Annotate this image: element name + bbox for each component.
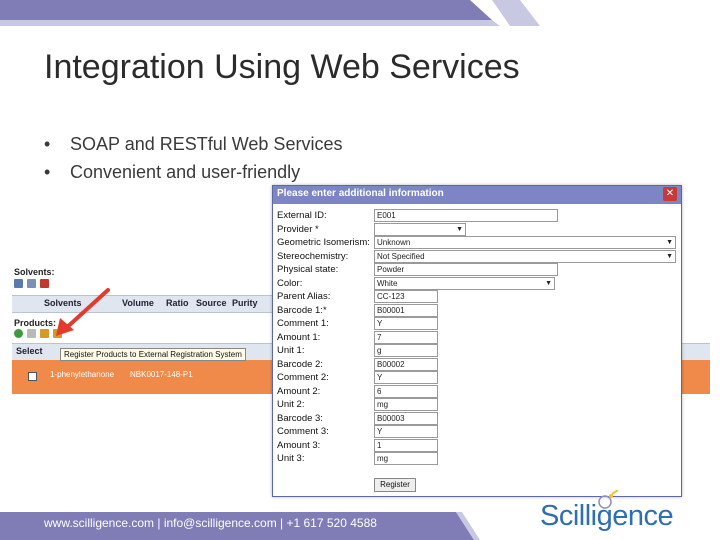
geometric-isomerism-select[interactable]: Unknown ▼ — [374, 236, 676, 249]
register-button[interactable]: Register — [374, 478, 416, 492]
barcode-3-field[interactable]: B00003 — [374, 411, 438, 425]
unit-2-field[interactable]: mg — [374, 398, 438, 411]
field-label: Parent Alias: — [277, 291, 331, 302]
color-select[interactable]: White ▼ — [374, 276, 555, 290]
register-icon[interactable] — [40, 329, 49, 338]
company-logo: Scilligence — [540, 500, 674, 532]
field-label: Geometric Isomerism: — [277, 237, 370, 248]
field-label: Unit 3: — [277, 453, 305, 464]
barcode-1-field[interactable]: B00001 — [374, 303, 438, 317]
column-header: Ratio — [166, 298, 189, 308]
delete-icon[interactable] — [40, 279, 49, 288]
field-label: Amount 1: — [277, 331, 321, 343]
field-label: Comment 2: — [277, 372, 329, 383]
field-label: Comment 3: — [277, 426, 329, 437]
top-decorative-band — [0, 0, 540, 26]
add-icon[interactable] — [14, 329, 23, 338]
field-label: Unit 2: — [277, 399, 305, 410]
field-label: Amount 2: — [277, 385, 321, 397]
footer-contact: www.scilligence.com | info@scilligence.c… — [44, 516, 377, 530]
bullet-text: SOAP and RESTful Web Services — [70, 134, 343, 154]
bullet-text: Convenient and user-friendly — [70, 162, 301, 182]
field-label: Barcode 1:* — [277, 304, 327, 316]
grid-icon[interactable] — [14, 279, 23, 288]
row-cell: NBK0017-148-P1 — [130, 370, 193, 379]
close-icon[interactable]: ✕ — [663, 187, 677, 201]
bullet-item: • Convenient and user-friendly — [44, 162, 301, 182]
solvents-section-label: Solvents: — [14, 267, 55, 277]
column-header: Purity — [232, 298, 258, 308]
select-value: Unknown — [377, 238, 411, 247]
comment-2-field[interactable]: Y — [374, 371, 438, 384]
dialog-title: Please enter additional information — [277, 188, 444, 199]
external-id-field[interactable]: E001 — [374, 209, 558, 222]
chevron-down-icon: ▼ — [545, 279, 552, 287]
stereochemistry-select[interactable]: Not Specified ▼ — [374, 249, 676, 263]
field-label: Provider * — [277, 223, 319, 235]
dialog-header: Please enter additional information ✕ — [273, 186, 681, 204]
comment-1-field[interactable]: Y — [374, 317, 438, 330]
select-value: Not Specified — [377, 251, 425, 261]
field-label: Barcode 2: — [277, 358, 323, 370]
field-label: Comment 1: — [277, 318, 329, 329]
list-icon[interactable] — [27, 279, 36, 288]
field-label: Stereochemistry: — [277, 250, 349, 262]
pointer-arrow-icon — [56, 288, 110, 336]
products-header-right — [680, 343, 710, 361]
amount-3-field[interactable]: 1 — [374, 438, 438, 452]
bullet-list: • SOAP and RESTful Web Services • Convenie… — [44, 130, 342, 186]
field-label: Color: — [277, 277, 303, 289]
column-header: Source — [196, 298, 227, 308]
row-checkbox[interactable] — [28, 372, 37, 381]
field-label: Barcode 3: — [277, 412, 323, 424]
field-label: External ID: — [277, 210, 327, 221]
row-cell: 1-phenylethanone — [50, 370, 115, 379]
table-row[interactable]: 1-phenylethanone NBK0017-148-P1 — [12, 360, 272, 394]
register-tooltip: Register Products to External Registrati… — [60, 348, 246, 361]
additional-info-dialog: Please enter additional information ✕ Ex… — [272, 185, 682, 497]
column-header: Select — [16, 346, 43, 356]
select-value: White — [377, 278, 398, 288]
field-label: Physical state: — [277, 264, 339, 275]
unit-3-field[interactable]: mg — [374, 452, 438, 465]
bullet-item: • SOAP and RESTful Web Services — [44, 134, 343, 154]
unit-1-field[interactable]: g — [374, 344, 438, 357]
field-label: Unit 1: — [277, 345, 305, 356]
physical-state-field[interactable]: Powder — [374, 263, 558, 276]
column-header: Volume — [122, 298, 154, 308]
provider-select[interactable]: ▼ — [374, 222, 466, 236]
chevron-down-icon: ▼ — [666, 252, 673, 260]
amount-2-field[interactable]: 6 — [374, 384, 438, 398]
parent-alias-field[interactable]: CC-123 — [374, 290, 438, 303]
comment-3-field[interactable]: Y — [374, 425, 438, 438]
edit-icon[interactable] — [27, 329, 36, 338]
slide-title: Integration Using Web Services — [44, 48, 520, 86]
amount-1-field[interactable]: 7 — [374, 330, 438, 344]
table-row-right — [680, 360, 710, 394]
field-label: Amount 3: — [277, 439, 321, 451]
solvents-toolbar — [14, 279, 49, 288]
chevron-down-icon: ▼ — [666, 239, 673, 246]
chevron-down-icon: ▼ — [456, 225, 463, 233]
barcode-2-field[interactable]: B00002 — [374, 357, 438, 371]
